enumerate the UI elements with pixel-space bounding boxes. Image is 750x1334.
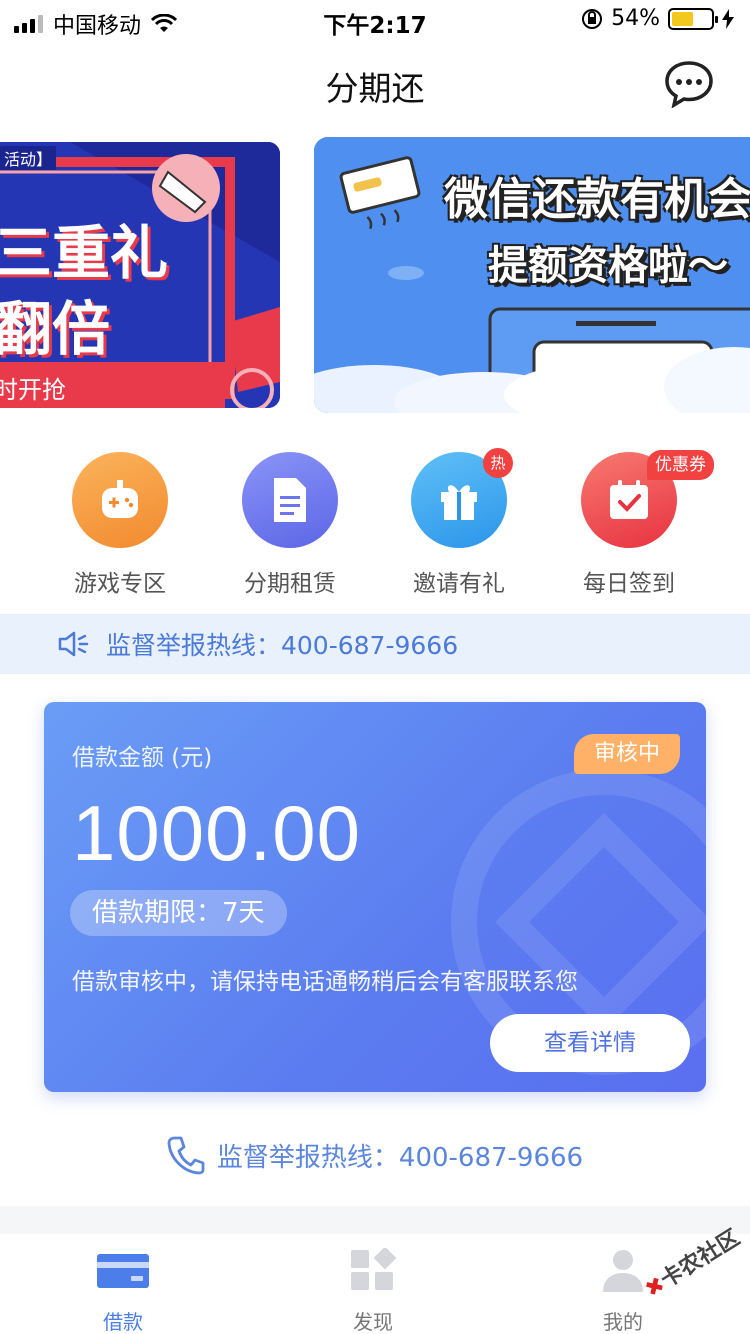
loan-term-pill: 借款期限：7天 [70,890,287,936]
loan-amount: 1000.00 [72,789,361,877]
loan-amount-label: 借款金额 (元) [72,745,213,771]
hot-badge: 热 [483,448,513,478]
discover-icon [351,1246,397,1290]
quick-item-game[interactable]: 游戏专区 [45,452,195,598]
banner-left-line2: 翻倍 [0,295,111,363]
section-divider [0,1206,750,1234]
document-icon [242,452,338,548]
calendar-check-icon: 优惠券 [581,450,714,548]
speaker-icon [58,631,89,657]
status-right: 54% [581,6,734,31]
battery-percent: 54% [611,6,660,31]
charging-icon [722,8,734,29]
tab-label: 我的 [603,1310,643,1334]
status-bar: 中国移动 下午2:17 54% [0,0,750,40]
battery-icon [668,7,718,30]
banner-left-tag: 活动】 [0,146,57,170]
banner-left[interactable]: 活动】 三重礼 翻倍 时开抢 [0,142,280,408]
page-title: 分期还 [325,69,425,108]
coupon-badge: 优惠券 [647,450,714,480]
banner-left-line3: 时开抢 [0,376,66,404]
card-icon [97,1254,149,1288]
quick-item-checkin[interactable]: 优惠券 每日签到 [554,450,714,598]
gift-icon: 热 [411,448,513,548]
quick-item-label: 游戏专区 [74,571,166,597]
status-badge: 审核中 [573,734,680,774]
banner-left-line1: 三重礼 [0,219,169,287]
quick-menu: 游戏专区 分期租赁 热 邀请有礼 优惠券 每日签到 [0,448,750,602]
phone-icon [167,1136,205,1175]
banner-right-line2: 提额资格啦～ [488,243,728,289]
banner-right[interactable]: 微信还款有机会 提额资格啦～ [314,137,750,413]
nav-bar: 分期还 [0,40,750,130]
hotline-row[interactable]: 监督举报热线：400-687-9666 [0,1128,750,1182]
gamepad-icon [72,452,168,548]
tab-bar: 借款 发现 我的 [0,1234,750,1334]
tab-loan[interactable]: 借款 [48,1248,198,1334]
chat-bubble-icon[interactable] [664,60,714,108]
quick-item-lease[interactable]: 分期租赁 [215,452,365,598]
banner-right-line1: 微信还款有机会 [444,174,750,225]
tab-discover[interactable]: 发现 [298,1246,448,1334]
view-details-button[interactable]: 查看详情 [490,1014,690,1072]
notice-bar: 监督举报热线：400-687-9666 [0,614,750,674]
tab-label: 发现 [353,1310,393,1334]
hotline-text: 监督举报热线：400-687-9666 [216,1142,584,1173]
quick-item-label: 分期租赁 [244,571,336,597]
notice-text: 监督举报热线：400-687-9666 [106,631,459,660]
tab-label: 借款 [103,1310,143,1334]
loan-card: 借款金额 (元) 审核中 1000.00 借款期限：7天 借款审核中，请保持电话… [44,702,706,1092]
quick-item-invite[interactable]: 热 邀请有礼 [384,448,534,598]
quick-item-label: 邀请有礼 [413,571,505,597]
loan-description: 借款审核中，请保持电话通畅稍后会有客服联系您 [72,969,578,995]
quick-item-label: 每日签到 [583,571,675,597]
rotation-lock-icon [582,8,603,29]
